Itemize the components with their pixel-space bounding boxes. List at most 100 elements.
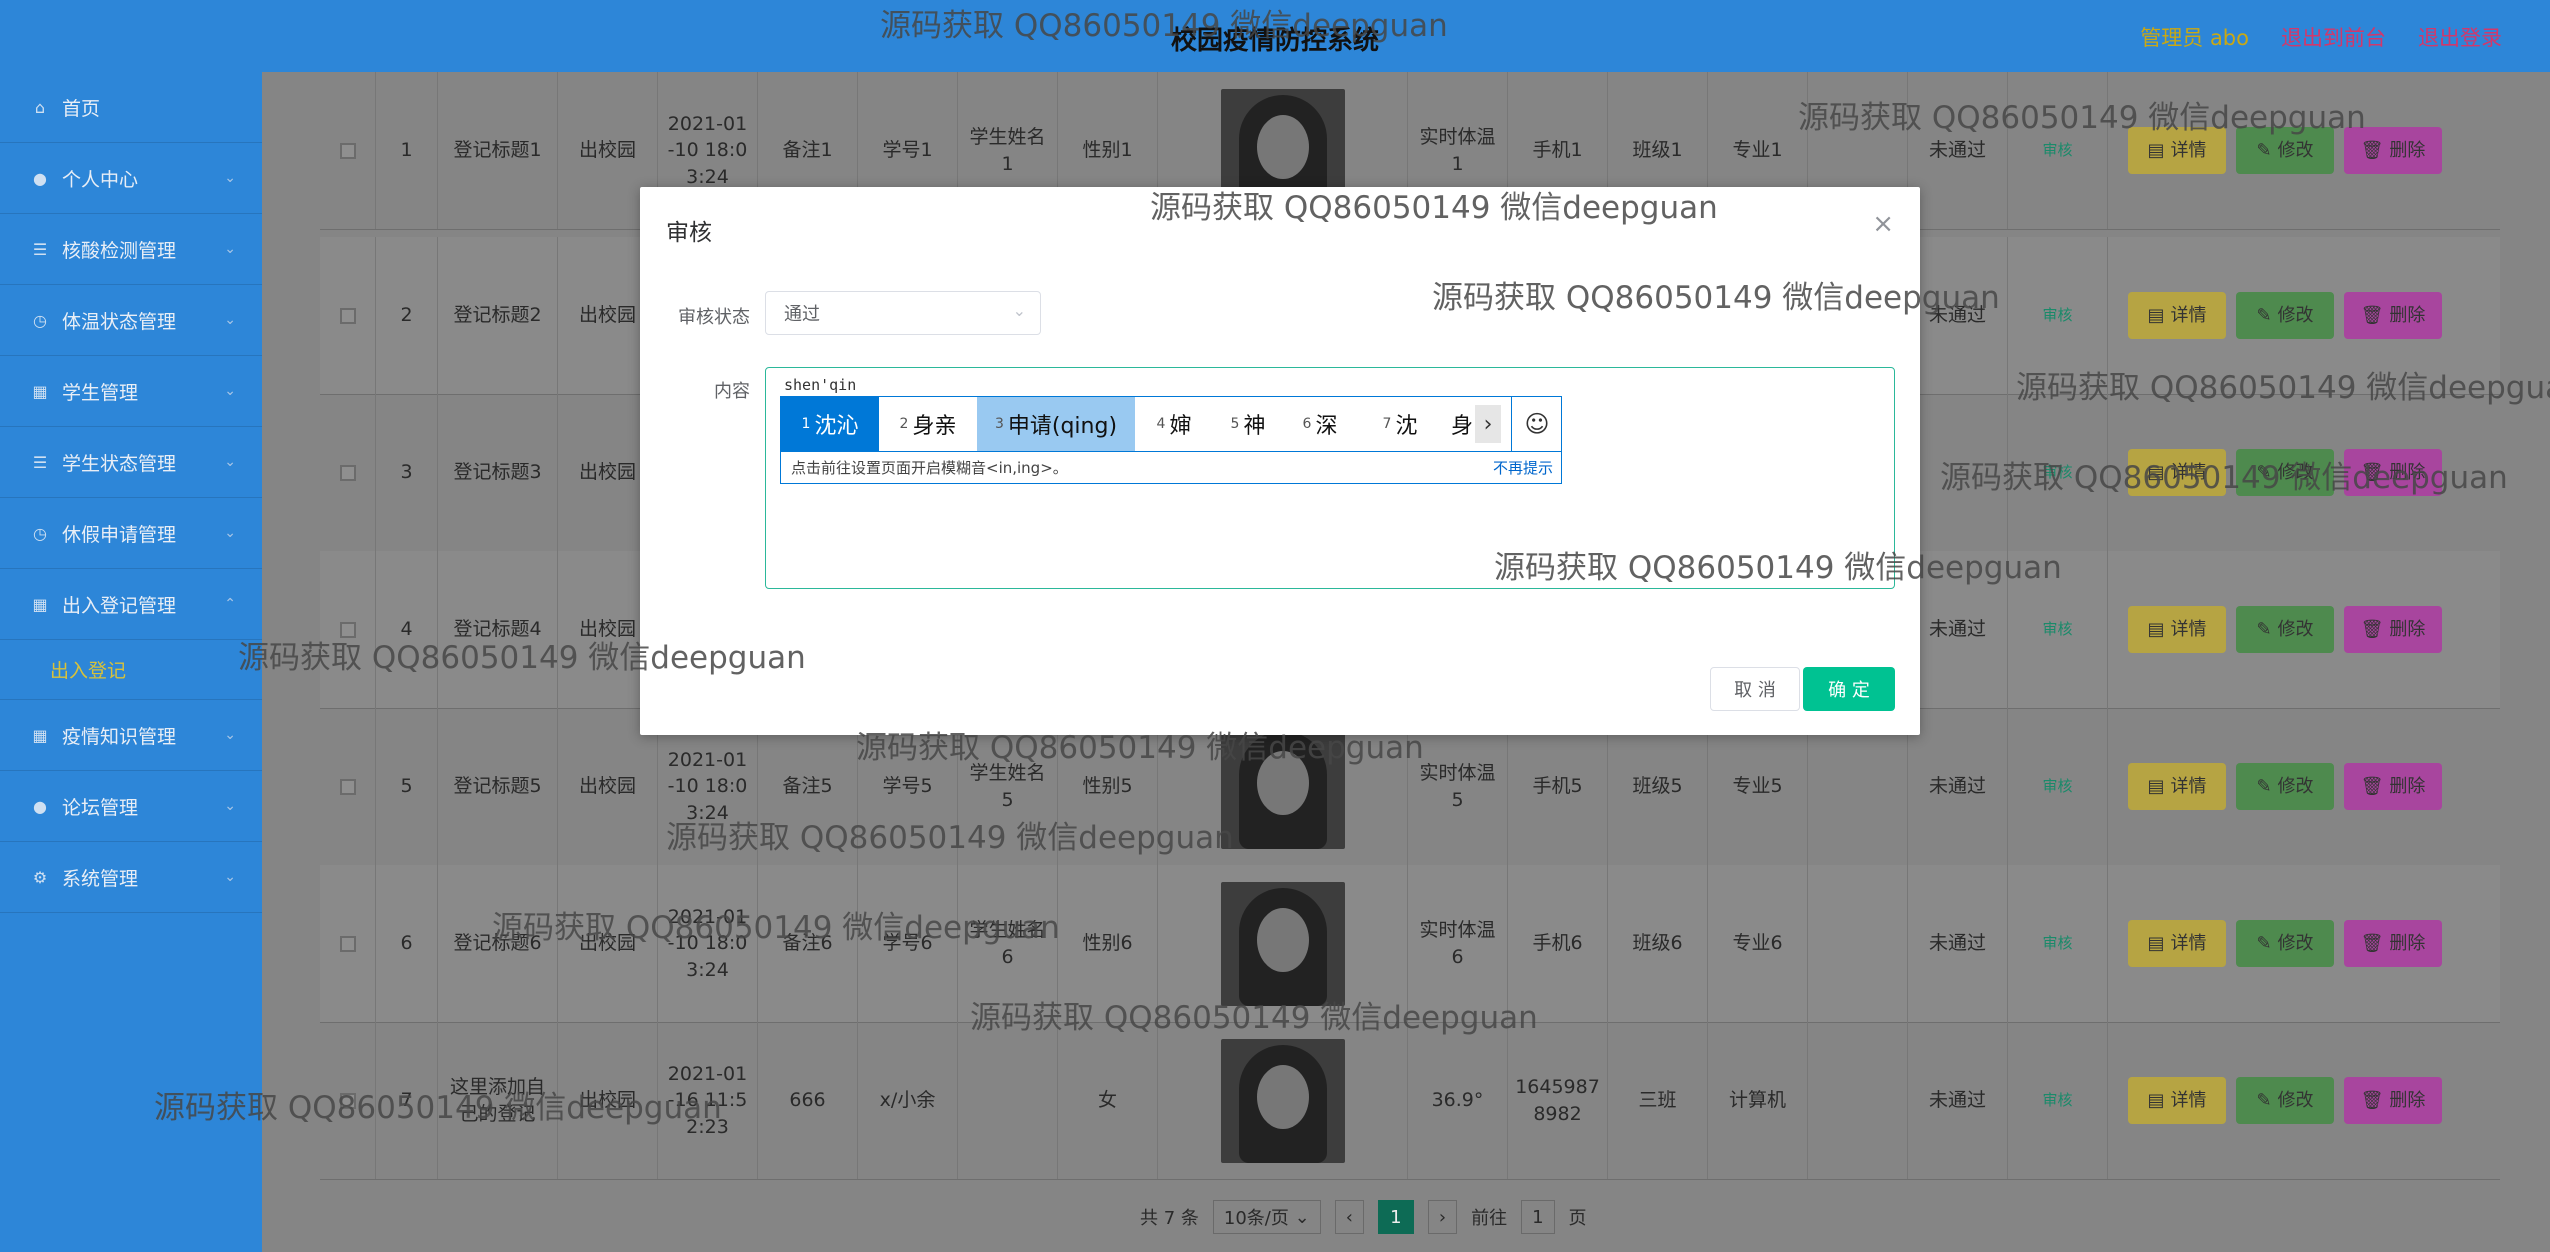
page-size-select[interactable]: 10条/页 ⌄ — [1212, 1200, 1321, 1234]
watermark-text: 源码获取 QQ86050149 微信deepguan — [880, 8, 1448, 44]
row-checkbox[interactable] — [339, 778, 356, 795]
status-select[interactable]: 通过 ⌄ — [765, 291, 1041, 335]
clock-icon: ◷ — [33, 523, 47, 543]
ime-candidate[interactable]: 5神 — [1213, 397, 1283, 451]
row-checkbox[interactable] — [339, 935, 356, 952]
admin-user-label[interactable]: 管理员 abo — [2140, 22, 2249, 52]
candidate-text: 身 — [1450, 414, 1473, 439]
watermark-text: 源码获取 QQ86050149 微信deepguan — [1940, 460, 2508, 496]
sidebar-item-temperature[interactable]: ◷ 体温状态管理 ⌄ — [0, 285, 262, 356]
candidate-number: 2 — [899, 416, 909, 432]
chevron-down-icon: ⌄ — [224, 525, 236, 541]
edit-button[interactable]: ✎ 修改 — [2236, 292, 2334, 339]
row-checkbox[interactable] — [339, 142, 356, 159]
detail-button[interactable]: ▤ 详情 — [2128, 920, 2226, 967]
detail-button[interactable]: ▤ 详情 — [2128, 606, 2226, 653]
dialog-title: 审核 — [666, 220, 712, 246]
status-label: 审核状态 — [678, 307, 750, 328]
sidebar-item-entry-exit[interactable]: ▦ 出入登记管理 ⌃ — [0, 569, 262, 640]
sidebar-item-students[interactable]: ▦ 学生管理 ⌄ — [0, 356, 262, 427]
delete-button[interactable]: 🗑 删除 — [2344, 920, 2442, 967]
edit-button[interactable]: ✎ 修改 — [2236, 606, 2334, 653]
logout-link[interactable]: 退出登录 — [2418, 22, 2502, 52]
candidate-text: 沈 — [1395, 414, 1418, 439]
edit-icon: ✎ — [2256, 139, 2272, 161]
row-checkbox[interactable] — [339, 464, 356, 481]
sidebar-item-profile[interactable]: ● 个人中心 ⌄ — [0, 143, 262, 214]
ime-candidate[interactable]: 4婶 — [1137, 397, 1211, 451]
button-label: 修改 — [2277, 304, 2314, 326]
audit-link[interactable]: 审核 — [2042, 933, 2072, 954]
audit-cell: 审核 — [2008, 865, 2108, 1022]
sidebar-item-forum[interactable]: ● 论坛管理 ⌄ — [0, 771, 262, 842]
sidebar-subitem-entry-register[interactable]: 出入登记 — [0, 640, 262, 700]
cancel-button[interactable]: 取 消 — [1710, 667, 1800, 711]
detail-button[interactable]: ▤ 详情 — [2128, 763, 2226, 810]
candidate-text: 沈沁 — [814, 414, 859, 439]
delete-button[interactable]: 🗑 删除 — [2344, 1077, 2442, 1124]
watermark-text: 源码获取 QQ86050149 微信deepguan — [2016, 370, 2550, 406]
audit-link[interactable]: 审核 — [2042, 140, 2072, 161]
row-checkbox-cell — [320, 394, 376, 551]
ime-candidate[interactable]: 2 身亲 — [881, 397, 975, 451]
watermark-text: 源码获取 QQ86050149 微信deepguan — [970, 1000, 1538, 1036]
ime-candidate[interactable]: 1 沈沁 — [781, 397, 879, 451]
sidebar-item-label: 首页 — [62, 97, 101, 120]
confirm-button[interactable]: 确 定 — [1803, 667, 1895, 711]
ime-dont-show-link[interactable]: 不再提示 — [1493, 457, 1553, 478]
row-checkbox[interactable] — [339, 307, 356, 324]
edit-icon: ✎ — [2256, 932, 2272, 954]
button-label: 详情 — [2170, 139, 2207, 161]
chevron-down-icon: ⌄ — [224, 454, 236, 470]
delete-icon: 🗑 — [2360, 618, 2384, 640]
candidate-text: 身亲 — [912, 414, 957, 439]
delete-button[interactable]: 🗑 删除 — [2344, 606, 2442, 653]
cell-cls: 班级6 — [1608, 865, 1708, 1022]
goto-suffix: 页 — [1568, 1208, 1587, 1229]
cell-sid: x/小余 — [858, 1022, 958, 1179]
goto-prefix: 前往 — [1471, 1208, 1508, 1229]
audit-link[interactable]: 审核 — [2042, 619, 2072, 640]
detail-icon: ▤ — [2147, 618, 2165, 640]
sidebar-item-home[interactable]: ⌂ 首页 — [0, 72, 262, 143]
detail-icon: ▤ — [2147, 1089, 2165, 1111]
ime-candidate[interactable]: 7沈 — [1357, 397, 1443, 451]
audit-link[interactable]: 审核 — [2042, 1090, 2072, 1111]
sidebar-item-label: 学生状态管理 — [62, 452, 177, 475]
delete-button[interactable]: 🗑 删除 — [2344, 763, 2442, 810]
detail-button[interactable]: ▤ 详情 — [2128, 292, 2226, 339]
audit-link[interactable]: 审核 — [2042, 305, 2072, 326]
ime-candidate[interactable]: 身 — [1445, 397, 1475, 451]
sidebar-item-knowledge[interactable]: ▦ 疫情知识管理 ⌄ — [0, 700, 262, 771]
back-to-frontend-link[interactable]: 退出到前台 — [2281, 22, 2386, 52]
edit-button[interactable]: ✎ 修改 — [2236, 763, 2334, 810]
sidebar-item-label: 个人中心 — [62, 168, 139, 191]
ime-candidate[interactable]: 6深 — [1285, 397, 1355, 451]
button-label: 修改 — [2277, 618, 2314, 640]
detail-icon: ▤ — [2147, 775, 2165, 797]
detail-button[interactable]: ▤ 详情 — [2128, 1077, 2226, 1124]
actions-cell: ▤ 详情 ✎ 修改 🗑 删除 — [2108, 708, 2500, 865]
goto-page-input[interactable]: 1 — [1521, 1200, 1555, 1234]
next-page-button[interactable]: › — [1427, 1200, 1458, 1234]
edit-button[interactable]: ✎ 修改 — [2236, 1077, 2334, 1124]
photo-cell — [1158, 1022, 1408, 1179]
current-page[interactable]: 1 — [1377, 1200, 1414, 1234]
close-icon[interactable]: × — [1872, 209, 1894, 239]
audit-link[interactable]: 审核 — [2042, 776, 2072, 797]
sidebar-item-system[interactable]: ⚙ 系统管理 ⌄ — [0, 842, 262, 913]
prev-page-button[interactable]: ‹ — [1334, 1200, 1364, 1234]
emoji-icon[interactable]: ☺ — [1511, 397, 1562, 451]
delete-icon: 🗑 — [2360, 1089, 2384, 1111]
chevron-right-icon[interactable]: › — [1475, 405, 1501, 443]
button-label: 删除 — [2389, 775, 2426, 797]
sidebar-item-student-status[interactable]: ☰ 学生状态管理 ⌄ — [0, 427, 262, 498]
cell-status: 未通过 — [1908, 1022, 2008, 1179]
edit-button[interactable]: ✎ 修改 — [2236, 920, 2334, 967]
delete-icon: 🗑 — [2360, 304, 2384, 326]
ime-candidate[interactable]: 3 申请(qing) — [977, 397, 1135, 451]
sidebar-item-nucleic-test[interactable]: ☰ 核酸检测管理 ⌄ — [0, 214, 262, 285]
delete-button[interactable]: 🗑 删除 — [2344, 292, 2442, 339]
sidebar-item-leave[interactable]: ◷ 休假申请管理 ⌄ — [0, 498, 262, 569]
user-icon: ● — [33, 796, 47, 816]
